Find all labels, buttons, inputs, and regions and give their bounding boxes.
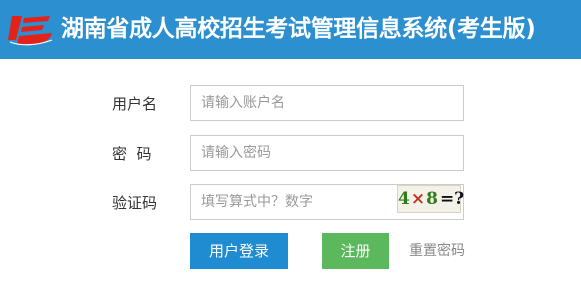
app-title: 湖南省成人高校招生考试管理信息系统(考生版) (61, 16, 536, 42)
ks-logo-icon (8, 16, 53, 46)
username-label: 用户名 (112, 95, 158, 113)
username-input[interactable] (190, 85, 464, 121)
captcha-operand-2: 8 (426, 189, 438, 209)
password-label: 密 码 (112, 145, 152, 163)
login-button[interactable]: 用户登录 (190, 233, 288, 269)
header-bar: 湖南省成人高校招生考试管理信息系统(考生版) (0, 0, 581, 59)
register-button[interactable]: 注册 (322, 233, 389, 269)
captcha-operator: × (410, 189, 426, 209)
captcha-label: 验证码 (112, 194, 158, 212)
captcha-image[interactable]: 4×8 =? (397, 185, 465, 213)
reset-password-link[interactable]: 重置密码 (409, 242, 465, 260)
captcha-suffix: =? (439, 189, 465, 209)
captcha-operand-1: 4 (398, 189, 410, 209)
password-input[interactable] (190, 135, 464, 171)
login-page: 湖南省成人高校招生考试管理信息系统(考生版) 用户名 密 码 验证码 4×8=?… (0, 0, 581, 284)
